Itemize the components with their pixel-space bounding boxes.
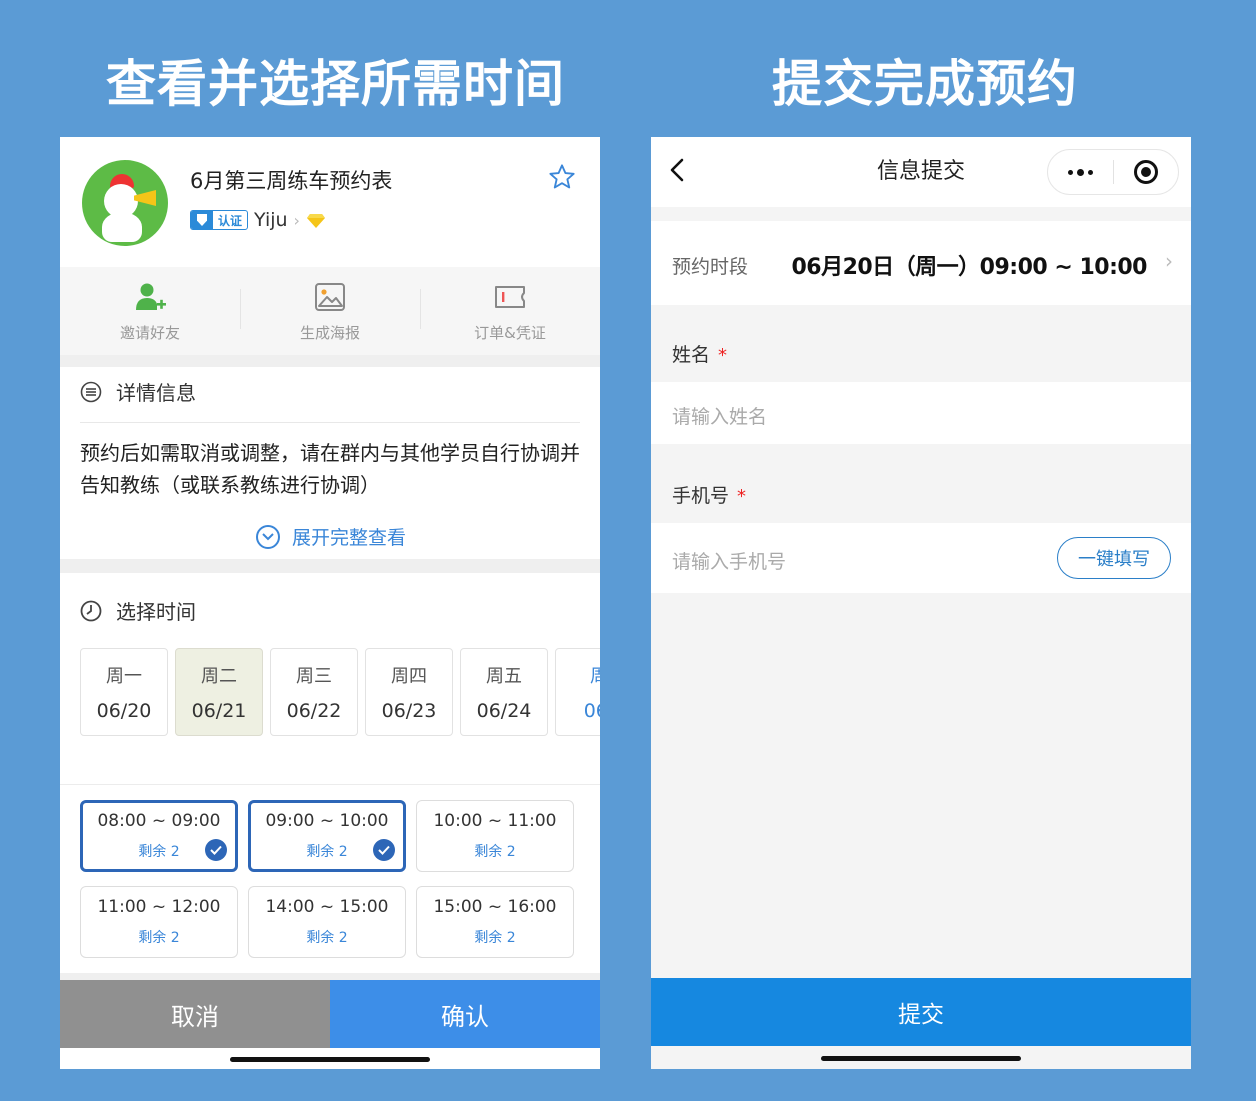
- page-title: 6月第三周练车预约表: [190, 169, 393, 193]
- mini-program-capsule: [1047, 149, 1179, 195]
- footer-actions: 取消 确认: [60, 980, 600, 1048]
- left-caption: 查看并选择所需时间: [106, 55, 565, 113]
- name-field[interactable]: 请输入姓名: [651, 382, 1191, 444]
- booking-screen: 6月第三周练车预约表 认证 Yiju › 邀请好友 生成海报 订单&凭证 详情信…: [60, 137, 600, 1069]
- ticket-icon: [495, 285, 525, 308]
- owner-name: Yiju: [254, 209, 288, 231]
- action-bar: 邀请好友 生成海报 订单&凭证: [60, 267, 600, 355]
- time-slot[interactable]: 10:00 ~ 11:00 剩余 2: [416, 800, 574, 872]
- chevron-down-icon: [256, 524, 280, 549]
- chevron-right-icon: ›: [1165, 249, 1173, 273]
- star-icon[interactable]: [548, 163, 576, 191]
- submit-screen: 信息提交 预约时段 06月20日（周一）09:00 ~ 10:00 › 姓名 * …: [651, 137, 1191, 1069]
- image-icon: [315, 282, 345, 311]
- day-tab[interactable]: 周五 06/24: [460, 648, 548, 736]
- day-tab[interactable]: 周三 06/22: [270, 648, 358, 736]
- day-tab[interactable]: 周四 06/23: [365, 648, 453, 736]
- time-slot-value: 06月20日（周一）09:00 ~ 10:00: [791, 255, 1147, 280]
- name-label-row: 姓名 *: [651, 320, 1191, 382]
- day-selector: 周一 06/20 周二 06/21 周三 06/22 周四 06/23 周五 0…: [80, 648, 600, 736]
- expand-details-button[interactable]: 展开完整查看: [256, 523, 406, 550]
- owner-row[interactable]: 认证 Yiju ›: [190, 209, 326, 231]
- name-input[interactable]: 请输入姓名: [672, 402, 767, 429]
- confirm-button[interactable]: 确认: [330, 980, 600, 1048]
- submit-button[interactable]: 提交: [651, 978, 1191, 1046]
- time-slot[interactable]: 11:00 ~ 12:00 剩余 2: [80, 886, 238, 958]
- phone-label-row: 手机号 *: [651, 459, 1191, 523]
- time-slot[interactable]: 09:00 ~ 10:00 剩余 2: [248, 800, 406, 872]
- diamond-icon: [306, 214, 325, 228]
- shield-icon: [191, 211, 213, 229]
- time-slot[interactable]: 14:00 ~ 15:00 剩余 2: [248, 886, 406, 958]
- home-indicator: [821, 1056, 1021, 1061]
- required-mark: *: [737, 486, 747, 507]
- details-text: 预约后如需取消或调整，请在群内与其他学员自行协调并告知教练（或联系教练进行协调）: [80, 441, 580, 497]
- add-user-icon: [136, 283, 166, 310]
- divider: [60, 784, 600, 785]
- required-mark: *: [718, 345, 728, 366]
- generate-poster-button[interactable]: 生成海报: [240, 267, 420, 355]
- day-tab-active[interactable]: 周二 06/21: [175, 648, 263, 736]
- more-button[interactable]: [1048, 150, 1113, 194]
- day-tab[interactable]: 周 06/: [555, 648, 600, 736]
- divider: [60, 973, 600, 980]
- right-caption: 提交完成预约: [772, 55, 1078, 113]
- orders-vouchers-button[interactable]: 订单&凭证: [420, 267, 600, 355]
- time-slot-row[interactable]: 预约时段 06月20日（周一）09:00 ~ 10:00 ›: [651, 221, 1191, 305]
- nav-bar: 信息提交: [651, 137, 1191, 207]
- phone-input[interactable]: 请输入手机号: [672, 547, 786, 574]
- select-time-heading: 选择时间: [80, 596, 196, 625]
- check-icon: [205, 839, 227, 861]
- clock-icon: [80, 600, 102, 621]
- divider: [80, 422, 580, 423]
- target-icon: [1133, 160, 1158, 184]
- phone-field[interactable]: 请输入手机号 一键填写: [651, 523, 1191, 593]
- phone-label: 手机号: [672, 485, 730, 507]
- time-slot[interactable]: 08:00 ~ 09:00 剩余 2: [80, 800, 238, 872]
- list-icon: [80, 381, 102, 402]
- details-heading: 详情信息: [80, 377, 196, 406]
- time-slot-label: 预约时段: [672, 256, 749, 278]
- time-slot-grid: 08:00 ~ 09:00 剩余 2 09:00 ~ 10:00 剩余 2 10…: [80, 800, 574, 958]
- check-icon: [373, 839, 395, 861]
- cancel-button[interactable]: 取消: [60, 980, 330, 1048]
- chevron-right-icon: ›: [293, 210, 300, 230]
- home-indicator: [230, 1057, 430, 1062]
- divider: [60, 559, 600, 573]
- time-slot[interactable]: 15:00 ~ 16:00 剩余 2: [416, 886, 574, 958]
- invite-friends-button[interactable]: 邀请好友: [60, 267, 240, 355]
- verified-badge: 认证: [190, 210, 249, 230]
- more-icon: [1067, 168, 1093, 176]
- event-header: 6月第三周练车预约表 认证 Yiju ›: [60, 137, 600, 267]
- avatar: [82, 160, 168, 246]
- close-miniprogram-button[interactable]: [1114, 150, 1179, 194]
- name-label: 姓名: [672, 344, 711, 366]
- autofill-phone-button[interactable]: 一键填写: [1057, 537, 1171, 579]
- day-tab[interactable]: 周一 06/20: [80, 648, 168, 736]
- divider: [60, 355, 600, 367]
